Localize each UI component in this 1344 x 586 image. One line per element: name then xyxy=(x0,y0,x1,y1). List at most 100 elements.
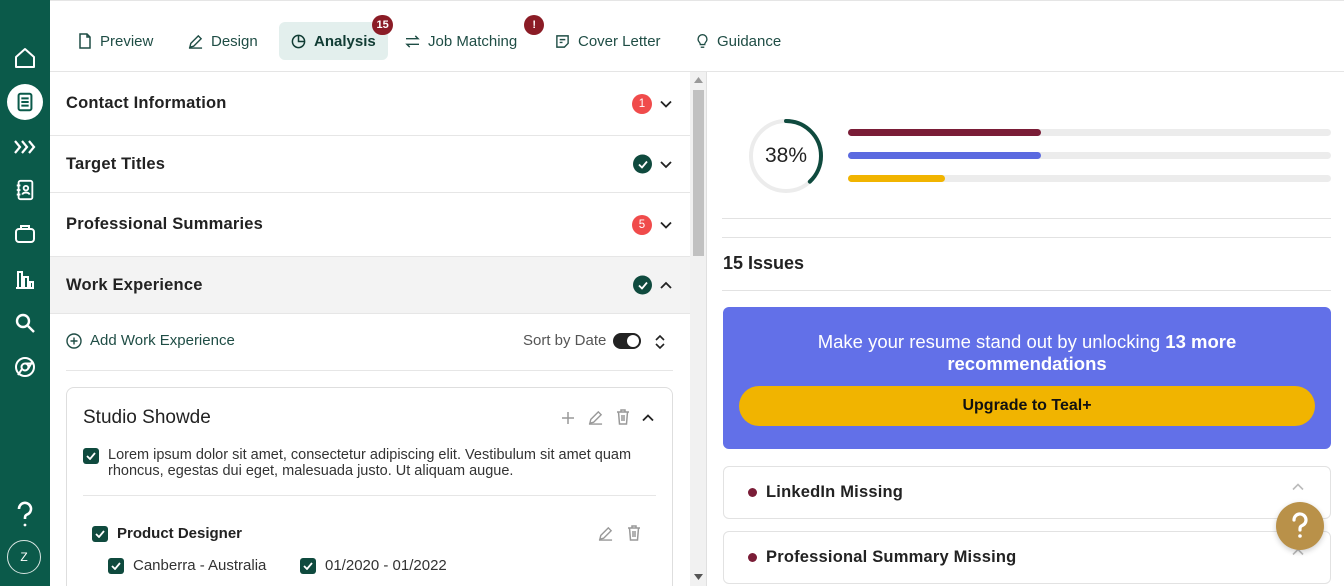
plus-circle-icon xyxy=(66,332,82,349)
scroll-up-arrow-icon[interactable] xyxy=(694,77,703,83)
description-row: Lorem ipsum dolor sit amet, consectetur … xyxy=(83,447,643,479)
left-nav-rail: Z xyxy=(0,0,50,586)
issue-title: LinkedIn Missing xyxy=(766,483,904,501)
description-text: Lorem ipsum dolor sit amet, consectetur … xyxy=(108,447,632,479)
tab-label: Analysis xyxy=(314,32,376,50)
section-target-titles[interactable]: Target Titles xyxy=(50,136,690,193)
pen-icon xyxy=(188,34,203,49)
issue-item-linkedin[interactable]: LinkedIn Missing xyxy=(723,466,1331,519)
pipeline-icon[interactable] xyxy=(9,131,41,163)
pie-chart-icon xyxy=(291,34,306,48)
promo-text-lead: Make your resume stand out by unlocking xyxy=(817,331,1161,352)
chrome-extension-icon[interactable] xyxy=(9,351,41,383)
issue-item-professional-summary[interactable]: Professional Summary Missing xyxy=(723,531,1331,584)
tab-label: Preview xyxy=(100,32,154,50)
issue-dot xyxy=(748,488,757,497)
home-icon[interactable] xyxy=(9,42,41,74)
score-bar xyxy=(848,129,1331,136)
issue-title: Professional Summary Missing xyxy=(766,548,1017,566)
help-button[interactable] xyxy=(1276,502,1324,550)
help-question-icon[interactable] xyxy=(9,499,41,531)
briefcase-icon[interactable] xyxy=(9,218,41,250)
divider xyxy=(722,218,1331,219)
section-title: Work Experience xyxy=(66,275,203,294)
scroll-down-arrow-icon[interactable] xyxy=(694,574,703,580)
contacts-icon[interactable] xyxy=(9,174,41,206)
resume-sections-panel: Contact Information 1 Target Titles Prof… xyxy=(50,72,690,586)
issue-count-badge: 5 xyxy=(632,214,652,235)
section-work-experience[interactable]: Work Experience xyxy=(50,257,690,314)
analysis-panel: 38% 15 Issues Make your resume stand out… xyxy=(707,72,1344,586)
tab-label: Cover Letter xyxy=(578,32,661,50)
score-bar xyxy=(848,152,1331,159)
upgrade-button[interactable]: Upgrade to Teal+ xyxy=(739,386,1315,426)
add-work-label: Add Work Experience xyxy=(90,332,235,349)
section-contact-information[interactable]: Contact Information 1 xyxy=(50,72,690,136)
bar-chart-icon[interactable] xyxy=(9,263,41,295)
divider xyxy=(722,237,1331,238)
chevron-down-icon xyxy=(660,221,672,229)
dates-text: 01/2020 - 01/2022 xyxy=(325,557,447,574)
dates-checkbox[interactable] xyxy=(300,557,316,574)
sort-toggle[interactable] xyxy=(613,332,642,349)
dates-row: 01/2020 - 01/2022 xyxy=(300,557,447,574)
tab-job-matching[interactable]: Job Matching ! xyxy=(393,15,545,60)
section-title: Contact Information xyxy=(66,94,227,112)
search-icon[interactable] xyxy=(9,307,41,339)
tab-design[interactable]: Design xyxy=(176,22,270,60)
score-bar-fill xyxy=(848,129,1042,136)
section-title: Professional Summaries xyxy=(66,215,263,233)
tab-label: Job Matching xyxy=(428,32,518,50)
role-checkbox[interactable] xyxy=(92,525,108,542)
section-professional-summaries[interactable]: Professional Summaries 5 xyxy=(50,193,690,257)
promo-text: Make your resume stand out by unlocking … xyxy=(743,331,1311,375)
section-title: Target Titles xyxy=(66,154,166,173)
role-title: Product Designer xyxy=(117,525,243,542)
description-checkbox[interactable] xyxy=(83,448,99,464)
tab-cover-letter[interactable]: Cover Letter xyxy=(543,22,673,60)
tab-preview[interactable]: Preview xyxy=(66,22,165,60)
edit-pencil-icon[interactable] xyxy=(588,410,603,425)
app-root: Z Preview Design Analysis 15 Job Matchin… xyxy=(0,0,1344,586)
lightbulb-icon xyxy=(697,34,708,48)
role-row: Product Designer xyxy=(92,525,242,542)
sort-by-date: Sort by Date xyxy=(523,332,642,349)
tab-label: Guidance xyxy=(717,32,782,50)
sort-order-icon[interactable] xyxy=(654,334,666,350)
divider xyxy=(83,495,656,496)
trash-icon[interactable] xyxy=(616,409,630,425)
location-checkbox[interactable] xyxy=(108,557,124,574)
tab-guidance[interactable]: Guidance xyxy=(684,22,793,60)
scrollbar-thumb[interactable] xyxy=(693,90,704,256)
alert-badge: ! xyxy=(524,15,545,35)
company-name: Studio Showde xyxy=(83,407,211,428)
chevron-up-icon[interactable] xyxy=(642,414,654,422)
issue-count-badge: 1 xyxy=(632,93,652,114)
tab-label: Design xyxy=(211,32,258,50)
work-experience-card: Studio Showde Lorem ipsum dolor sit amet… xyxy=(66,387,673,586)
question-mark-icon xyxy=(1292,512,1308,538)
avatar[interactable]: Z xyxy=(7,540,41,574)
add-work-experience-button[interactable]: Add Work Experience xyxy=(66,332,235,349)
file-icon xyxy=(79,33,91,49)
score-bar-fill xyxy=(848,175,945,182)
location-row: Canberra - Australia xyxy=(108,557,266,574)
location-text: Canberra - Australia xyxy=(133,557,267,574)
chevron-up-icon xyxy=(660,281,672,289)
score-bar-fill xyxy=(848,152,1042,159)
plus-icon[interactable] xyxy=(561,411,575,425)
issues-heading: 15 Issues xyxy=(723,253,805,273)
edit-pencil-icon[interactable] xyxy=(598,526,613,541)
trash-icon[interactable] xyxy=(627,525,641,541)
complete-check-icon xyxy=(633,154,652,174)
arrows-swap-icon xyxy=(405,34,420,48)
score-bar xyxy=(848,175,1331,182)
sticky-note-icon xyxy=(556,34,569,48)
sort-label: Sort by Date xyxy=(523,332,607,349)
left-panel-scrollbar[interactable] xyxy=(690,72,707,586)
resume-icon[interactable] xyxy=(7,84,43,120)
chevron-down-icon xyxy=(660,160,672,168)
complete-check-icon xyxy=(633,275,652,295)
tab-analysis[interactable]: Analysis 15 xyxy=(279,15,393,60)
issues-count-badge: 15 xyxy=(372,15,393,35)
